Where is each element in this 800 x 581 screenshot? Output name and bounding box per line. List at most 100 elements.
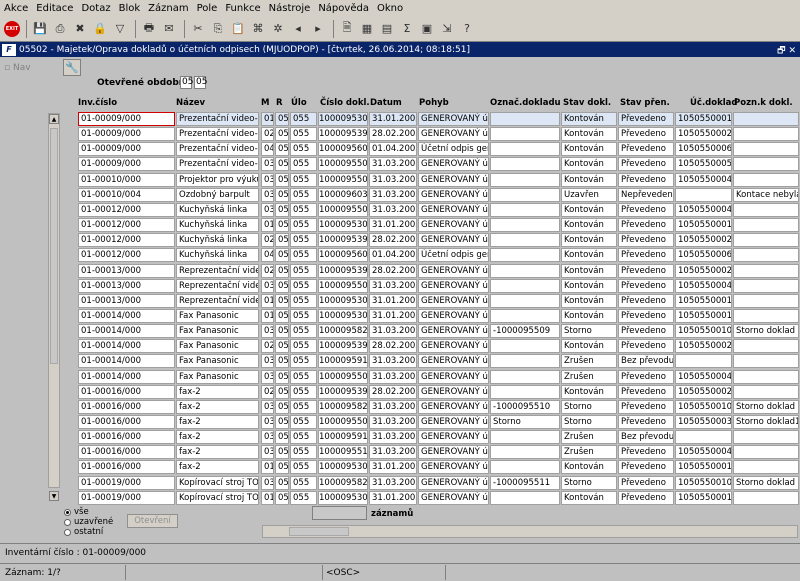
table-cell[interactable]: 01-00016/000 [78,399,175,414]
table-cell[interactable]: Převedeno [618,399,674,414]
table-cell[interactable]: Převedeno [618,278,674,293]
table-cell[interactable]: 05 [275,490,289,505]
table-cell[interactable]: GENEROVANÝ úč [418,263,489,278]
table-cell[interactable]: Převedeno [618,172,674,187]
table-cell[interactable]: 1000095603 [318,142,368,157]
table-cell[interactable]: 1050550001 [675,218,732,233]
table-cell[interactable] [490,293,560,308]
table-cell[interactable]: 03 [261,187,274,202]
menu-item-9[interactable]: Okno [377,3,403,14]
calendar-icon[interactable]: ▦ [358,20,376,38]
table-cell[interactable]: Převedeno [618,218,674,233]
table-cell[interactable]: 1050550005 [675,157,732,172]
table-cell[interactable]: 01-00019/000 [78,490,175,505]
table-cell[interactable]: 055 [290,415,317,429]
hscroll-thumb[interactable] [289,527,349,536]
table-cell[interactable]: 31.03.2005 [369,369,417,384]
table-cell[interactable]: Kontován [561,142,617,157]
table-cell[interactable]: Kontován [561,278,617,293]
table-cell[interactable]: Storno [561,475,617,490]
table-cell[interactable]: 055 [290,308,317,323]
table-cell[interactable]: 01-00013/000 [78,263,175,278]
table-cell[interactable]: 05 [275,415,289,429]
table-cell[interactable]: fax-2 [176,384,259,399]
table-cell[interactable]: Převedeno [618,475,674,490]
table-cell[interactable]: 1000095507 [318,202,368,217]
table-cell[interactable]: Fax Panasonic [176,369,259,384]
table-cell[interactable]: 055 [290,233,317,248]
table-cell[interactable]: Kontován [561,218,617,233]
table-cell[interactable]: Převedeno [618,308,674,323]
table-cell[interactable]: 01-00010/004 [78,187,175,202]
table-cell[interactable]: 1000095301 [318,218,368,233]
table-cell[interactable]: 02 [261,233,274,248]
wrench-icon[interactable]: 🔧 [63,59,81,76]
table-cell[interactable]: Kontován [561,127,617,142]
period-year-field[interactable]: 05 [194,76,207,89]
table-cell[interactable]: 055 [290,218,317,233]
table-cell[interactable]: 01-00009/000 [78,127,175,142]
table-cell[interactable]: 02 [261,127,274,142]
table-cell[interactable]: GENEROVANÝ úč [418,490,489,505]
table-cell[interactable]: Převedeno [618,460,674,475]
table-cell[interactable]: 1050550001 [675,490,732,505]
table-cell[interactable]: Prezentační video-p [176,157,259,172]
table-cell[interactable] [733,369,799,384]
scroll-thumb[interactable] [50,128,58,364]
table-cell[interactable]: 01-00012/000 [78,248,175,263]
table-cell[interactable]: 01-00014/000 [78,369,175,384]
table-cell[interactable]: Zrušen [561,430,617,445]
table-cell[interactable]: 055 [290,278,317,293]
table-cell[interactable]: GENEROVANÝ úč [418,127,489,142]
table-cell[interactable] [733,278,799,293]
table-cell[interactable]: 03 [261,430,274,445]
table-cell[interactable]: Kontace nebyla [733,187,799,202]
table-cell[interactable]: Storno [561,415,617,429]
table-cell[interactable]: Kopírovací stroj TOS [176,490,259,505]
table-cell[interactable]: Fax Panasonic [176,324,259,339]
table-cell[interactable]: 03 [261,202,274,217]
table-cell[interactable]: Kontován [561,248,617,263]
table-cell[interactable]: 01 [261,460,274,475]
table-cell[interactable]: 31.03.2005 [369,475,417,490]
table-cell[interactable]: 05 [275,187,289,202]
table-cell[interactable]: 31.03.2005 [369,187,417,202]
table-cell[interactable]: GENEROVANÝ úč [418,384,489,399]
table-cell[interactable]: 02 [261,384,274,399]
table-cell[interactable]: 05 [275,142,289,157]
table-cell[interactable]: 1000095300 [318,112,368,126]
table-cell[interactable]: 1050550006 [675,248,732,263]
table-cell[interactable]: Převedeno [618,339,674,354]
table-cell[interactable]: Storno [561,399,617,414]
table-cell[interactable]: 01.04.2005 [369,248,417,263]
table-cell[interactable]: Převedeno [618,445,674,460]
table-cell[interactable]: 05 [275,248,289,263]
table-cell[interactable]: 1000095506 [318,172,368,187]
menu-item-1[interactable]: Editace [36,3,73,14]
table-cell[interactable]: 1050550010 [675,399,732,414]
table-cell[interactable]: 1000095914 [318,354,368,369]
table-cell[interactable]: 31.03.2005 [369,430,417,445]
table-cell[interactable]: Storno doklad1 [733,415,799,429]
table-cell[interactable]: 03 [261,172,274,187]
settings-icon[interactable]: ✲ [269,20,287,38]
table-cell[interactable]: GENEROVANÝ úč [418,157,489,172]
table-cell[interactable]: 04 [261,142,274,157]
table-cell[interactable]: 28.02.2005 [369,263,417,278]
table-cell[interactable]: 055 [290,354,317,369]
table-cell[interactable]: 1000095823 [318,324,368,339]
table-cell[interactable]: Účetní odpis gene [418,142,489,157]
table-cell[interactable] [490,218,560,233]
table-cell[interactable] [490,233,560,248]
table-cell[interactable]: 01-00016/000 [78,384,175,399]
table-cell[interactable]: Převedeno [618,248,674,263]
menu-item-3[interactable]: Blok [119,3,141,14]
table-cell[interactable]: GENEROVANÝ úč [418,187,489,202]
table-cell[interactable]: Převedeno [618,263,674,278]
table-cell[interactable]: 03 [261,445,274,460]
table-cell[interactable]: GENEROVANÝ úč [418,308,489,323]
save-icon[interactable]: 💾 [31,20,49,38]
table-cell[interactable]: 1000095509 [318,369,368,384]
table-cell[interactable]: 05 [275,384,289,399]
table-cell[interactable]: 055 [290,127,317,142]
